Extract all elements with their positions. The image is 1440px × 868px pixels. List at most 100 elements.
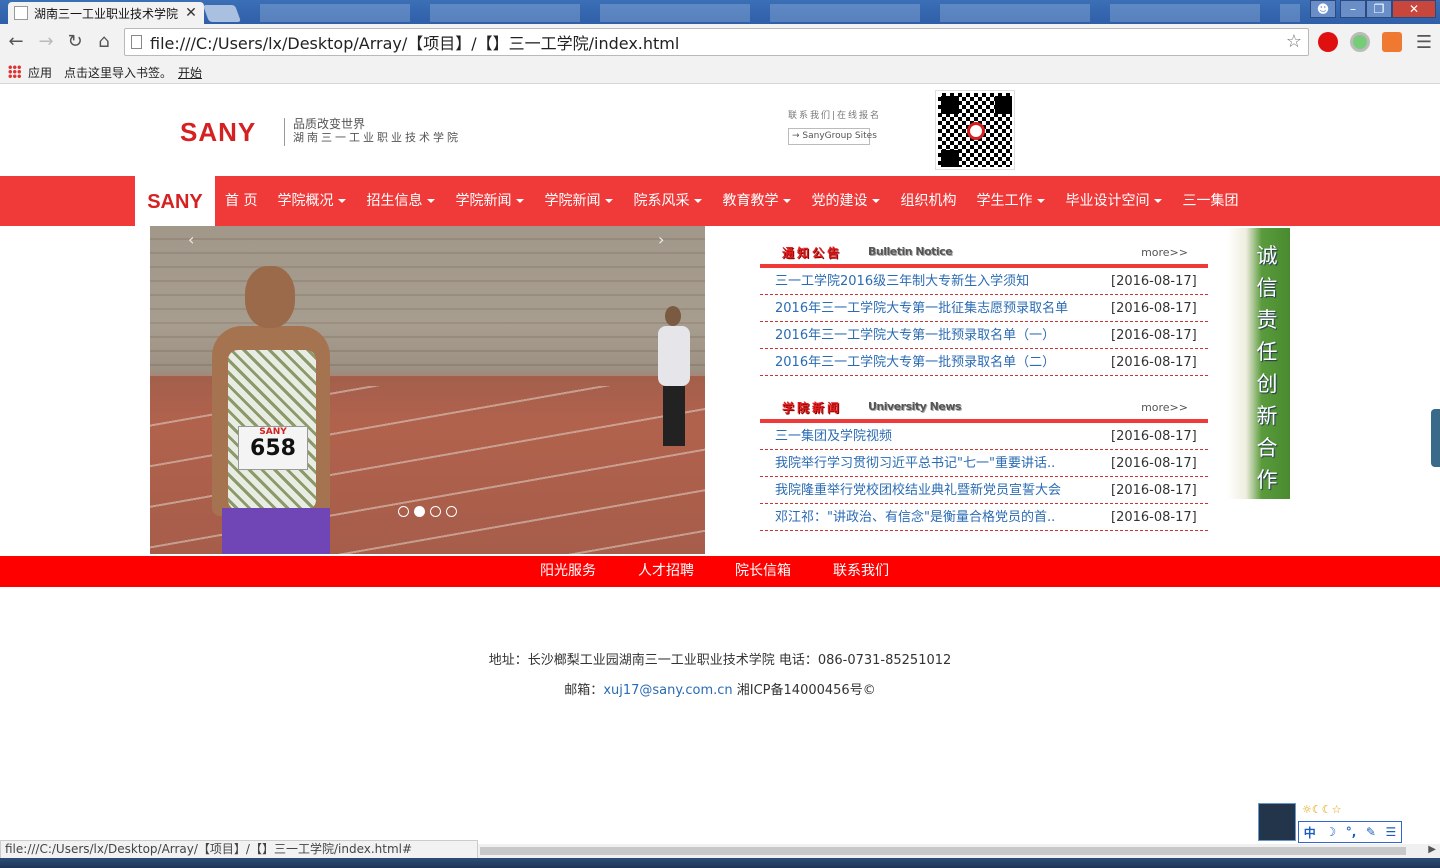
slider-next-icon[interactable]: › [658, 230, 664, 249]
nav-item-label: 学院新闻 [455, 193, 512, 209]
tab-title: 湖南三一工业职业技术学院 [34, 6, 179, 21]
news-item-title[interactable]: 三一集团及学院视频 [775, 423, 1091, 451]
adblock-extension-icon[interactable] [1318, 32, 1338, 52]
notice-item-title[interactable]: 三一工学院2016级三年制大专新生入学须知 [775, 268, 1091, 296]
bookmark-import[interactable]: 点击这里导入书签。 [64, 64, 172, 81]
back-icon[interactable]: ← [6, 32, 26, 52]
scrollbar-thumb[interactable] [480, 847, 1406, 855]
notice-item-title[interactable]: 2016年三一工学院大专第一批预录取名单（二） [775, 349, 1091, 377]
footer-link-contact[interactable]: 联系我们 [833, 556, 889, 587]
news-item-date: [2016-08-17] [1111, 456, 1197, 471]
nav-item-0[interactable]: 首 页 [215, 176, 267, 226]
ime-button-2[interactable]: °, [1346, 825, 1357, 839]
list-item: 三一工学院2016级三年制大专新生入学须知 [2016-08-17] [760, 268, 1208, 295]
bg-runner-legs [663, 386, 685, 446]
user-icon[interactable]: ☻ [1310, 0, 1336, 18]
ime-button-3[interactable]: ✎ [1366, 825, 1376, 839]
nav-item-4[interactable]: 学院新闻 [534, 176, 623, 226]
scroll-right-icon[interactable]: ▶ [1428, 844, 1436, 855]
new-tab-button[interactable] [202, 5, 242, 22]
footer-mail-line: 邮箱：xuj17@sany.com.cn 湘ICP备14000456号© [0, 679, 1440, 698]
notice-more-link[interactable]: more>> [1141, 246, 1188, 259]
ime-button-1[interactable]: ☽ [1325, 825, 1336, 839]
menu-icon[interactable]: ☰ [1416, 32, 1432, 53]
values-banner[interactable]: 诚信 责任 创新 合作 [1227, 228, 1290, 499]
contact-links[interactable]: 联系我们|在线报名 [788, 108, 881, 121]
news-header: 学院新闻 University News more>> [760, 387, 1208, 423]
nav-item-3[interactable]: 学院新闻 [445, 176, 534, 226]
address-bar[interactable]: file:///C:/Users/lx/Desktop/Array/【项目】/【… [124, 28, 1309, 56]
nav-item-1[interactable]: 学院概况 [267, 176, 356, 226]
slider-dot-3[interactable] [430, 506, 441, 517]
notice-header: 通知公告 Bulletin Notice more>> [760, 232, 1208, 268]
slider-dot-4[interactable] [446, 506, 457, 517]
news-item-title[interactable]: 我院举行学习贯彻习近平总书记"七一"重要讲话.. [775, 450, 1091, 478]
runner-shorts [222, 508, 330, 554]
nav-item-11[interactable]: 三一集团 [1172, 176, 1248, 226]
extension-icon[interactable] [1350, 32, 1370, 52]
window-controls: ☻ – ❐ ✕ [1310, 0, 1436, 18]
home-icon[interactable]: ⌂ [94, 32, 114, 52]
sany-mark-icon [967, 122, 985, 140]
minimize-button[interactable]: – [1340, 0, 1366, 18]
ime-skin-icons[interactable]: ☼☾☾☆ [1302, 803, 1341, 816]
footer-link-service[interactable]: 阳光服务 [540, 556, 596, 587]
nav-item-10[interactable]: 毕业设计空间 [1055, 176, 1172, 226]
list-item: 我院隆重举行党校团校结业典礼暨新党员宣誓大会 [2016-08-17] [760, 477, 1208, 504]
nav-item-9[interactable]: 学生工作 [966, 176, 1055, 226]
forward-icon[interactable]: → [36, 32, 56, 52]
bookmark-apps[interactable]: 应用 [28, 64, 52, 81]
tab-strip: 湖南三一工业职业技术学院 ✕ ☻ – ❐ ✕ [0, 0, 1440, 24]
mail-link[interactable]: xuj17@sany.com.cn [603, 683, 732, 698]
nav-item-7[interactable]: 党的建设 [801, 176, 890, 226]
news-title: 学院新闻 [782, 401, 843, 415]
nav-item-label: 组织机构 [900, 193, 957, 209]
logo-divider [284, 118, 285, 146]
ime-button-0[interactable]: 中 [1304, 824, 1316, 841]
nav-item-5[interactable]: 院系风采 [623, 176, 712, 226]
apps-grid-icon[interactable] [8, 65, 21, 78]
image-slider[interactable]: SANY 658 ‹ › [150, 226, 705, 554]
status-bubble: file:///C:/Users/lx/Desktop/Array/【项目】/【… [0, 840, 478, 859]
notice-item-date: [2016-08-17] [1111, 301, 1197, 316]
notice-item-title[interactable]: 2016年三一工学院大专第一批征集志愿预录取名单 [775, 295, 1091, 323]
news-item-title[interactable]: 邓江祁："讲政治、有信念"是衡量合格党员的首.. [775, 504, 1091, 532]
news-more-link[interactable]: more>> [1141, 401, 1188, 414]
bookmark-star-icon[interactable]: ☆ [1286, 31, 1302, 52]
site-logo[interactable]: SANY [180, 117, 256, 148]
list-item: 邓江祁："讲政治、有信念"是衡量合格党员的首.. [2016-08-17] [760, 504, 1208, 531]
bookmark-start[interactable]: 开始 [178, 64, 202, 81]
slogan: 品质改变世界 湖南三一工业职业技术学院 [293, 117, 461, 145]
nav-item-label: 三一集团 [1182, 193, 1239, 209]
close-window-button[interactable]: ✕ [1392, 0, 1436, 18]
nav-item-2[interactable]: 招生信息 [356, 176, 445, 226]
nav-item-label: 首 页 [225, 193, 258, 209]
nav-item-label: 学生工作 [976, 193, 1033, 209]
rss-extension-icon[interactable] [1382, 32, 1402, 52]
slider-dot-1[interactable] [398, 506, 409, 517]
news-item-title[interactable]: 我院隆重举行党校团校结业典礼暨新党员宣誓大会 [775, 477, 1091, 505]
notice-item-date: [2016-08-17] [1111, 355, 1197, 370]
slider-prev-icon[interactable]: ‹ [188, 230, 194, 249]
caret-down-icon [516, 199, 525, 203]
caret-down-icon [783, 199, 792, 203]
nav-item-6[interactable]: 教育教学 [712, 176, 801, 226]
icp-text: 湘ICP备14000456号© [732, 683, 876, 698]
maximize-button[interactable]: ❐ [1366, 0, 1392, 18]
active-tab[interactable]: 湖南三一工业职业技术学院 ✕ [8, 2, 204, 24]
background-runner [655, 306, 695, 456]
tab-close-icon[interactable]: ✕ [184, 5, 198, 21]
group-sites-button[interactable]: → SanyGroup Sites [788, 128, 877, 145]
footer-address: 地址：长沙榔梨工业园湖南三一工业职业技术学院 电话：086-0731-85251… [488, 653, 952, 668]
notice-item-title[interactable]: 2016年三一工学院大专第一批预录取名单（一） [775, 322, 1091, 350]
caret-down-icon [1154, 199, 1163, 203]
nav-item-8[interactable]: 组织机构 [890, 176, 966, 226]
side-float-tab[interactable] [1431, 409, 1440, 467]
nav-logo[interactable]: SANY [135, 176, 215, 226]
ime-button-4[interactable]: ☰ [1385, 825, 1396, 839]
footer-link-president-mailbox[interactable]: 院长信箱 [735, 556, 791, 587]
runner-head [245, 266, 295, 328]
reload-icon[interactable]: ↻ [65, 32, 85, 52]
slider-dot-2[interactable] [414, 506, 425, 517]
footer-link-jobs[interactable]: 人才招聘 [638, 556, 694, 587]
